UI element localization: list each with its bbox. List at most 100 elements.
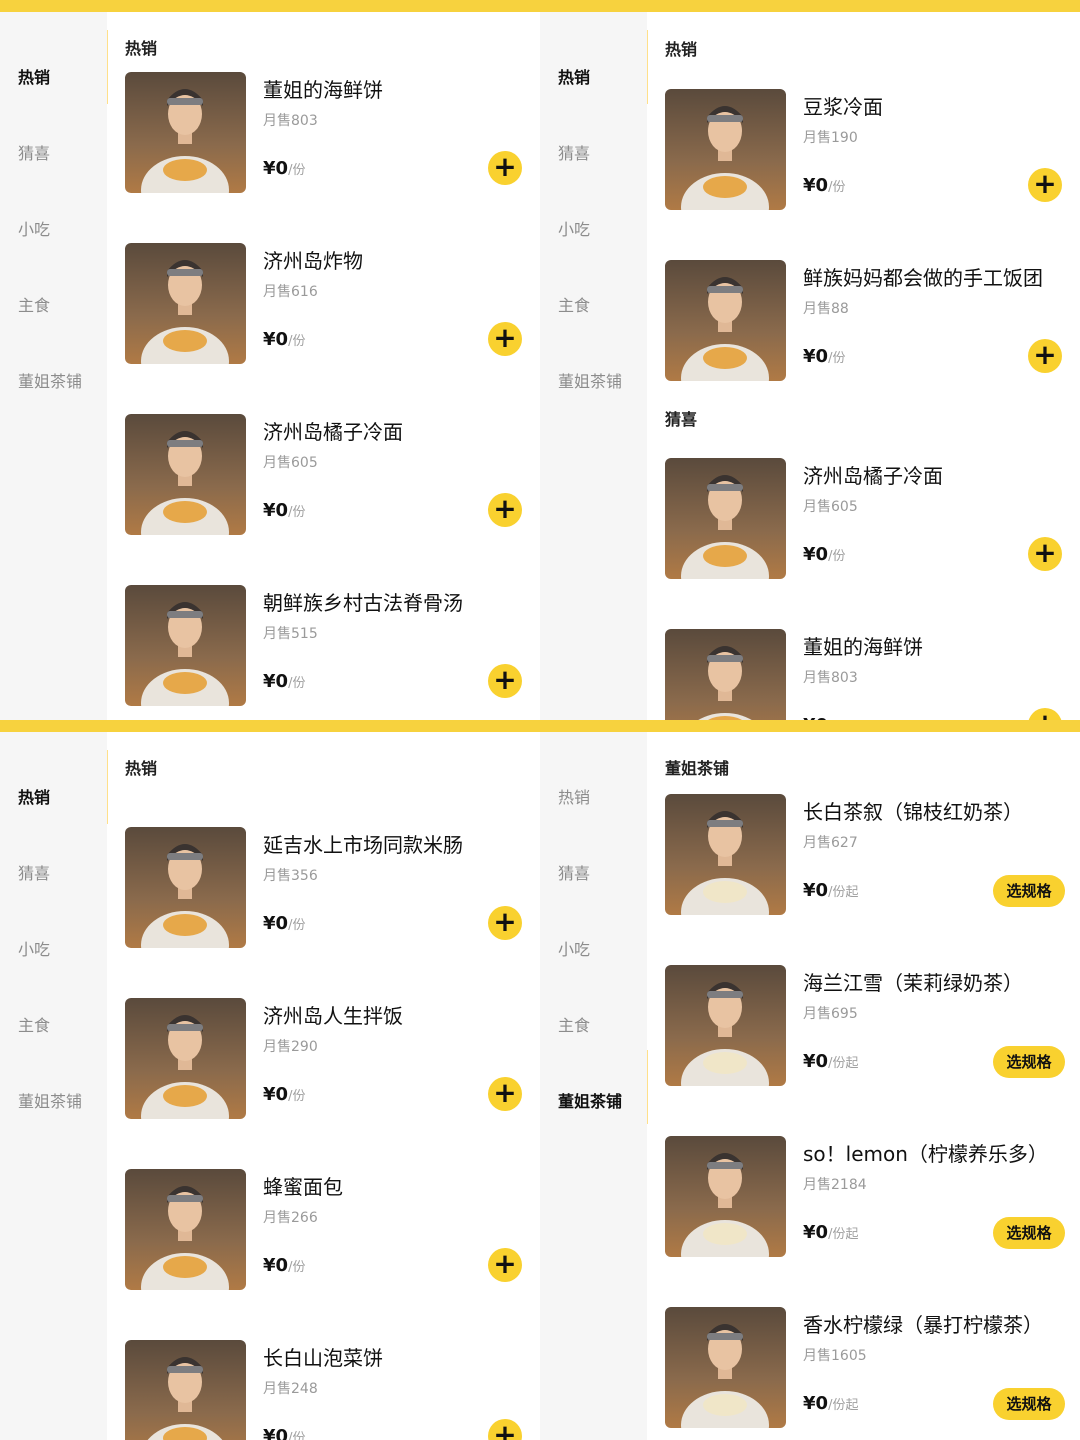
product-card[interactable]: 蜂蜜面包 月售266 ¥0/份 +	[125, 1169, 535, 1291]
sidebar-category-item[interactable]: 董姐茶铺	[558, 368, 622, 392]
product-card[interactable]: 朝鲜族乡村古法脊骨汤 月售515 ¥0/份 +	[125, 585, 535, 707]
product-name: 延吉水上市场同款米肠	[263, 833, 463, 857]
product-photo[interactable]	[665, 89, 786, 210]
product-name: 长白茶叙（锦枝红奶茶）	[803, 800, 1023, 824]
select-spec-button[interactable]: 选规格	[993, 1217, 1065, 1249]
category-sidebar: 热销猜喜小吃主食董姐茶铺	[540, 732, 647, 1440]
add-to-cart-icon[interactable]: +	[488, 1419, 522, 1440]
add-to-cart-icon[interactable]: +	[1028, 339, 1062, 373]
select-spec-button[interactable]: 选规格	[993, 875, 1065, 907]
sidebar-category-item[interactable]: 猜喜	[18, 140, 50, 164]
sidebar-category-item[interactable]: 董姐茶铺	[18, 368, 82, 392]
add-to-cart-icon[interactable]: +	[488, 1248, 522, 1282]
add-to-cart-icon[interactable]: +	[1028, 708, 1062, 720]
product-price: ¥0/份	[803, 346, 845, 367]
product-price: ¥0/份起	[803, 1222, 858, 1243]
select-spec-button[interactable]: 选规格	[993, 1046, 1065, 1078]
monthly-sales: 月售605	[263, 455, 318, 471]
product-photo[interactable]	[125, 585, 246, 706]
product-photo[interactable]	[125, 1169, 246, 1290]
sidebar-category-item[interactable]: 猜喜	[558, 140, 590, 164]
sidebar-category-item[interactable]: 小吃	[18, 216, 50, 240]
product-card[interactable]: 济州岛橘子冷面 月售605 ¥0/份 +	[665, 458, 1075, 580]
add-to-cart-icon[interactable]: +	[1028, 537, 1062, 571]
sidebar-category-item[interactable]: 小吃	[558, 216, 590, 240]
price-unit: /份起	[828, 1398, 859, 1413]
sidebar-category-item[interactable]: 小吃	[558, 936, 590, 960]
monthly-sales: 月售627	[803, 835, 858, 851]
product-name: 长白山泡菜饼	[263, 1346, 383, 1370]
product-photo[interactable]	[125, 72, 246, 193]
product-list: 董姐茶铺 长白茶叙（锦枝红奶茶） 月售627 ¥0/份起 选规格 海兰江雪（茉莉绿奶茶）月…	[648, 732, 1080, 1440]
product-photo[interactable]	[665, 965, 786, 1086]
product-photo[interactable]	[125, 414, 246, 535]
monthly-sales: 月售616	[263, 284, 318, 300]
product-price: ¥0/份起	[803, 1051, 858, 1072]
sidebar-category-item[interactable]: 小吃	[18, 936, 50, 960]
price-value: ¥0	[803, 1393, 829, 1414]
product-name: 济州岛橘子冷面	[263, 420, 403, 444]
product-photo[interactable]	[665, 629, 786, 720]
product-photo[interactable]	[665, 458, 786, 579]
add-to-cart-icon[interactable]: +	[488, 906, 522, 940]
product-card[interactable]: 香水柠檬绿（暴打柠檬茶） 月售1605 ¥0/份起 选规格	[665, 1307, 1075, 1429]
product-photo[interactable]	[665, 1136, 786, 1257]
product-photo[interactable]	[665, 260, 786, 381]
product-photo[interactable]	[665, 1307, 786, 1428]
add-to-cart-icon[interactable]: +	[488, 664, 522, 698]
product-name: 济州岛人生拌饭	[263, 1004, 403, 1028]
select-spec-button[interactable]: 选规格	[993, 1388, 1065, 1420]
product-card[interactable]: 济州岛橘子冷面月售605 ¥0/份 +	[125, 414, 535, 536]
product-photo[interactable]	[125, 1340, 246, 1440]
monthly-sales: 月售356	[263, 868, 318, 884]
sidebar-category-item[interactable]: 主食	[558, 292, 590, 316]
product-card[interactable]: 长白茶叙（锦枝红奶茶） 月售627 ¥0/份起 选规格	[665, 794, 1075, 916]
product-photo[interactable]	[665, 794, 786, 915]
price-unit: /份起	[828, 1056, 859, 1071]
product-price: ¥0/份	[263, 500, 305, 521]
section-title: 热销	[125, 39, 158, 58]
sidebar-category-item[interactable]: 主食	[558, 1012, 590, 1036]
product-card[interactable]: 鲜族妈妈都会做的手工饭团 月售88 ¥0/份 +	[665, 260, 1075, 382]
product-price: ¥0/份	[263, 671, 305, 692]
add-to-cart-icon[interactable]: +	[488, 151, 522, 185]
product-photo[interactable]	[125, 998, 246, 1119]
sidebar-category-item[interactable]: 热销	[558, 784, 590, 808]
sidebar-category-item[interactable]: 猜喜	[558, 860, 590, 884]
product-card[interactable]: 济州岛人生拌饭 月售290 ¥0/份 +	[125, 998, 535, 1120]
sidebar-category-item[interactable]: 热销	[558, 64, 590, 88]
sidebar-category-item[interactable]: 热销	[18, 784, 50, 808]
price-value: ¥0	[263, 671, 289, 692]
sidebar-category-item[interactable]: 主食	[18, 1012, 50, 1036]
monthly-sales: 月售88	[803, 301, 849, 317]
price-unit: /份	[288, 1260, 306, 1275]
sidebar-category-item[interactable]: 热销	[18, 64, 50, 88]
product-card[interactable]: 董姐的海鲜饼月售803¥0/份+	[665, 629, 1075, 720]
product-price: ¥0/份	[263, 329, 305, 350]
product-name: 董姐的海鲜饼	[263, 78, 383, 102]
product-card[interactable]: 济州岛炸物 月售616 ¥0/份 +	[125, 243, 535, 365]
product-card[interactable]: 海兰江雪（茉莉绿奶茶） 月售695 ¥0/份起 选规格	[665, 965, 1075, 1087]
product-card[interactable]: 董姐的海鲜饼月售803¥0/份+	[125, 72, 535, 194]
product-card[interactable]: so！lemon（柠檬养乐多） 月售2184 ¥0/份起 选规格	[665, 1136, 1075, 1258]
product-photo[interactable]	[125, 827, 246, 948]
product-name: so！lemon（柠檬养乐多）	[803, 1142, 1048, 1166]
product-price: ¥0/份	[263, 1426, 305, 1440]
product-name: 济州岛橘子冷面	[803, 464, 943, 488]
add-to-cart-icon[interactable]: +	[1028, 168, 1062, 202]
add-to-cart-icon[interactable]: +	[488, 493, 522, 527]
sidebar-category-item[interactable]: 猜喜	[18, 860, 50, 884]
price-value: ¥0	[803, 880, 829, 901]
product-photo[interactable]	[125, 243, 246, 364]
add-to-cart-icon[interactable]: +	[488, 1077, 522, 1111]
product-price: ¥0/份	[263, 913, 305, 934]
category-sidebar: 热销猜喜小吃主食董姐茶铺	[0, 732, 107, 1440]
sidebar-category-item[interactable]: 主食	[18, 292, 50, 316]
product-card[interactable]: 延吉水上市场同款米肠月售356 ¥0/份 +	[125, 827, 535, 949]
product-card[interactable]: 长白山泡菜饼 月售248 ¥0/份 +	[125, 1340, 535, 1440]
sidebar-category-item[interactable]: 董姐茶铺	[18, 1088, 82, 1112]
add-to-cart-icon[interactable]: +	[488, 322, 522, 356]
product-card[interactable]: 豆浆冷面 月售190 ¥0/份 +	[665, 89, 1075, 211]
sidebar-category-item[interactable]: 董姐茶铺	[558, 1088, 622, 1112]
price-unit: /份	[288, 334, 306, 349]
